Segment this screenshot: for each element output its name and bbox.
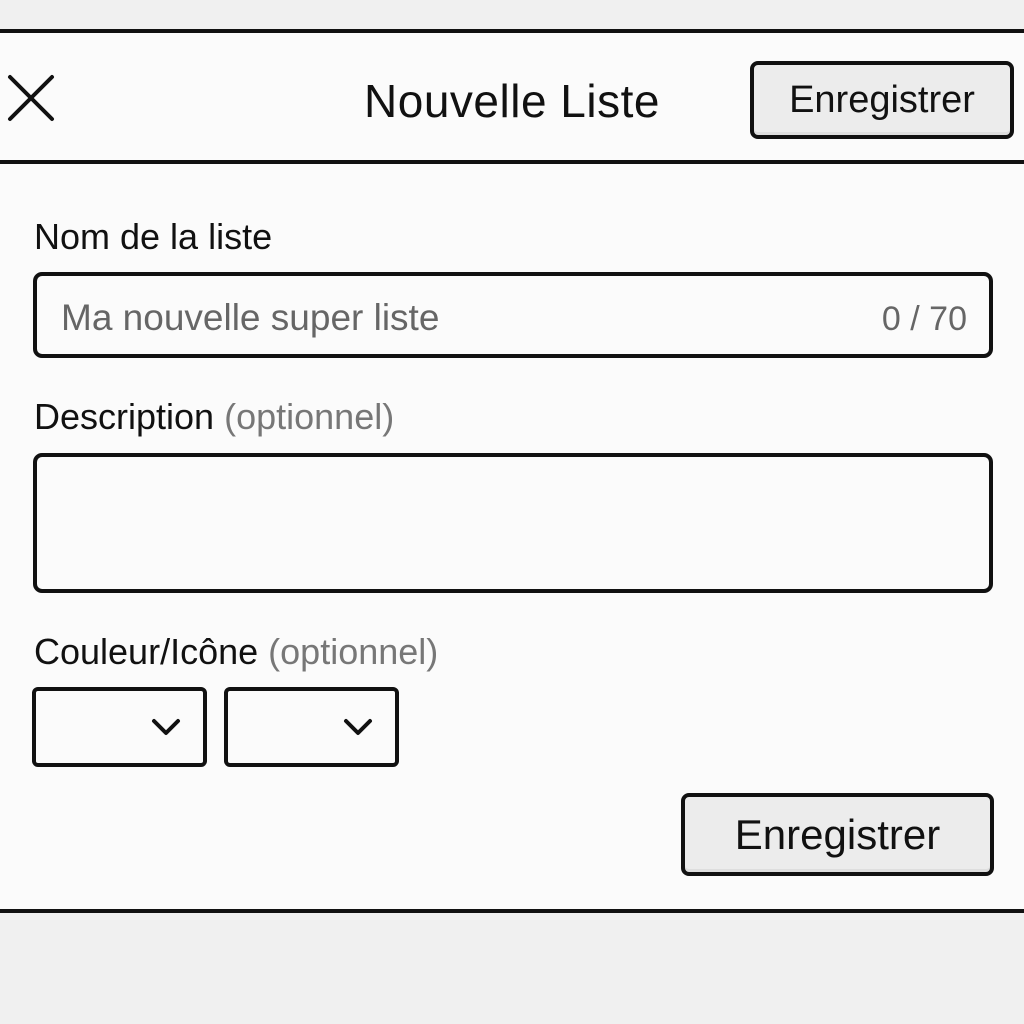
color-icon-optional-hint: (optionnel) xyxy=(268,631,439,672)
list-name-placeholder: Ma nouvelle super liste xyxy=(61,297,440,338)
color-icon-label: Couleur/Icône (optionnel) xyxy=(34,630,438,674)
save-button-header[interactable]: Enregistrer xyxy=(750,61,1014,139)
character-counter: 0 / 70 xyxy=(881,300,967,338)
description-optional-hint: (optionnel) xyxy=(224,396,395,437)
color-select[interactable] xyxy=(32,687,207,767)
list-name-label-text: Nom de la liste xyxy=(34,216,273,257)
list-name-label: Nom de la liste xyxy=(34,215,272,259)
description-textarea[interactable] xyxy=(33,453,993,593)
icon-select[interactable] xyxy=(224,687,399,767)
description-label-text: Description xyxy=(34,396,215,437)
save-button[interactable]: Enregistrer xyxy=(681,793,994,876)
page: Nouvelle Liste Enregistrer Nom de la lis… xyxy=(0,0,1024,1024)
list-name-input[interactable]: Ma nouvelle super liste 0 / 70 xyxy=(33,272,993,358)
dialog-header: Nouvelle Liste Enregistrer xyxy=(0,33,1024,164)
new-list-dialog: Nouvelle Liste Enregistrer Nom de la lis… xyxy=(0,29,1024,913)
chevron-down-icon xyxy=(152,719,180,735)
description-label: Description (optionnel) xyxy=(34,395,394,439)
chevron-down-icon xyxy=(344,719,372,735)
color-icon-label-text: Couleur/Icône xyxy=(34,631,259,672)
